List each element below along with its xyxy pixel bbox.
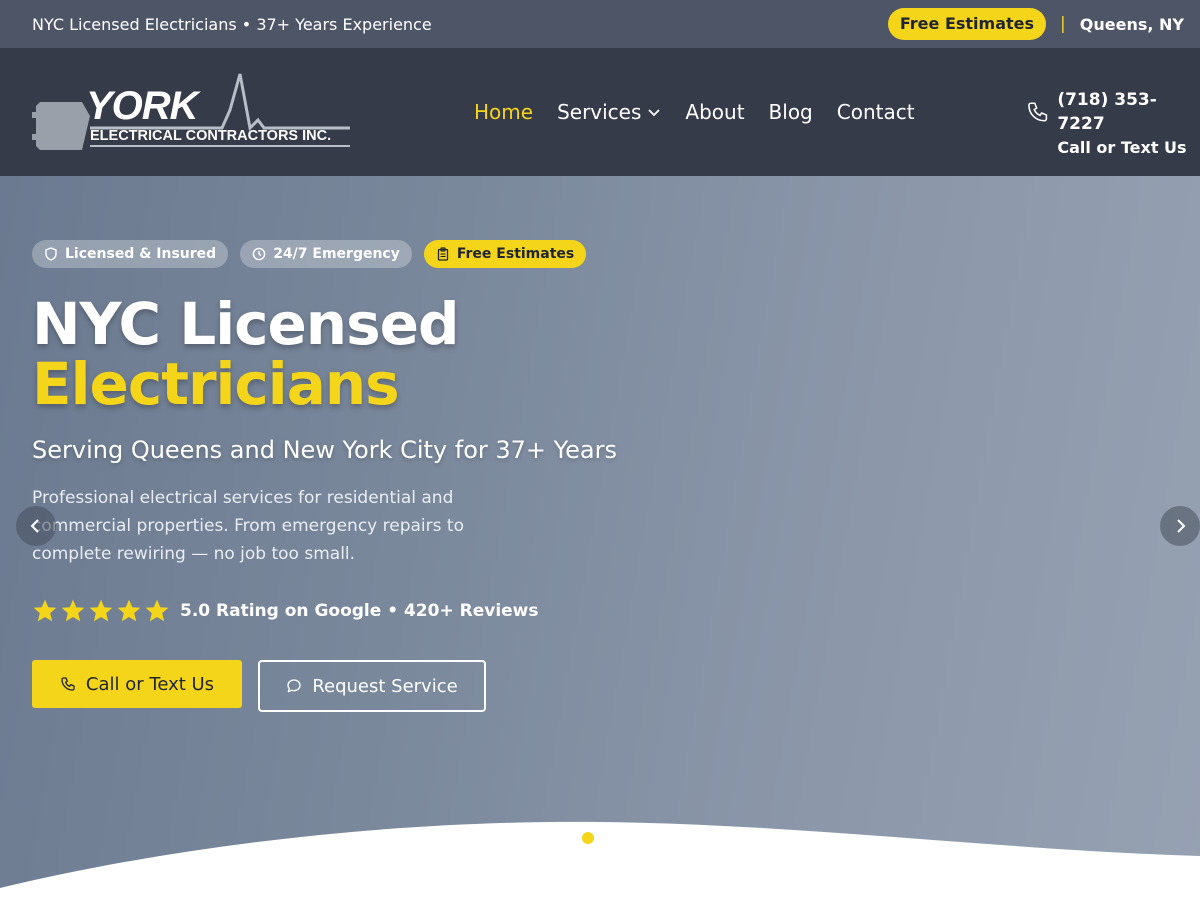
slider-prev-button[interactable]	[16, 506, 56, 546]
nav-about[interactable]: About	[685, 100, 744, 124]
topbar-right: Free Estimates | Queens, NY	[887, 8, 1184, 40]
rating-stars	[32, 598, 170, 624]
slider-dot-active[interactable]	[582, 832, 594, 844]
nav-services-label: Services	[557, 100, 642, 124]
nav-blog[interactable]: Blog	[769, 100, 813, 124]
nav-home-label: Home	[474, 100, 534, 124]
badge-free-estimates: Free Estimates	[423, 240, 587, 268]
chat-bubble-icon	[287, 679, 301, 693]
logo-subtitle: ELECTRICAL CONTRACTORS INC.	[90, 128, 332, 144]
nav-services[interactable]: Services	[557, 100, 661, 124]
nav-about-label: About	[685, 100, 745, 124]
google-rating: 5.0 Rating on Google • 420+ Reviews	[32, 598, 539, 624]
request-service-button[interactable]: Request Service	[258, 660, 486, 712]
chevron-down-icon	[648, 109, 661, 117]
nav-contact[interactable]: Contact	[837, 100, 915, 124]
logo-name: YORK	[86, 84, 199, 128]
topbar-separator: |	[1060, 14, 1066, 34]
badge-licensed-label: Licensed & Insured	[65, 246, 217, 262]
nav-contact-label: Contact	[836, 100, 915, 124]
rating-text: 5.0 Rating on Google • 420+ Reviews	[180, 601, 539, 621]
topbar-location: Queens, NY	[1079, 14, 1184, 34]
badge-free-estimates-label: Free Estimates	[456, 246, 575, 262]
star-icon	[89, 599, 113, 622]
slider-next-button[interactable]	[1160, 506, 1200, 546]
hero-slider: Licensed & Insured 24/7 Emergency Free E…	[0, 176, 1200, 900]
phone-text-group: (718) 353-7227 Call or Text Us	[1057, 88, 1200, 160]
badge-emergency: 24/7 Emergency	[240, 240, 412, 268]
header-phone-number[interactable]: (718) 353-7227	[1057, 88, 1200, 136]
hero-badges: Licensed & Insured 24/7 Emergency Free E…	[32, 240, 587, 268]
star-icon	[61, 599, 85, 622]
request-button-label: Request Service	[312, 675, 458, 697]
chevron-left-icon	[30, 519, 39, 533]
nav-blog-label: Blog	[768, 100, 813, 124]
clipboard-icon	[437, 247, 449, 261]
call-button-label: Call or Text Us	[85, 673, 215, 695]
star-icon	[117, 599, 141, 622]
header-phone-cta: Call or Text Us	[1057, 138, 1187, 157]
clock-icon	[252, 247, 266, 261]
hero-description: Professional electrical services for res…	[32, 488, 464, 564]
top-info-bar: NYC Licensed Electricians • 37+ Years Ex…	[0, 0, 1200, 48]
topbar-tagline: NYC Licensed Electricians • 37+ Years Ex…	[32, 14, 432, 34]
header-phone-contact[interactable]: (718) 353-7227 Call or Text Us	[1026, 88, 1200, 160]
chevron-right-icon	[1177, 519, 1186, 533]
phone-icon	[61, 677, 75, 691]
nav-home[interactable]: Home	[474, 100, 533, 124]
star-icon	[33, 599, 57, 622]
shield-icon	[45, 247, 57, 261]
hero-bottom-wave	[0, 821, 1200, 900]
free-estimates-pill[interactable]: Free Estimates	[887, 8, 1047, 40]
headline-line-2: Electricians	[32, 350, 400, 418]
star-icon	[145, 599, 169, 622]
hero-subheadline: Serving Queens and New York City for 37+…	[32, 436, 617, 464]
hero-headline: NYC Licensed Electricians	[32, 290, 459, 418]
york-logo[interactable]: YORK ELECTRICAL CONTRACTORS INC.	[32, 70, 352, 154]
badge-emergency-label: 24/7 Emergency	[273, 246, 400, 262]
badge-licensed: Licensed & Insured	[32, 240, 229, 268]
site-header: YORK ELECTRICAL CONTRACTORS INC. Home Se…	[0, 48, 1200, 176]
headline-line-1: NYC Licensed	[32, 290, 459, 358]
call-or-text-button[interactable]: Call or Text Us	[32, 660, 242, 708]
phone-icon	[1028, 102, 1048, 122]
main-nav: Home Services About Blog Contact	[474, 48, 915, 176]
